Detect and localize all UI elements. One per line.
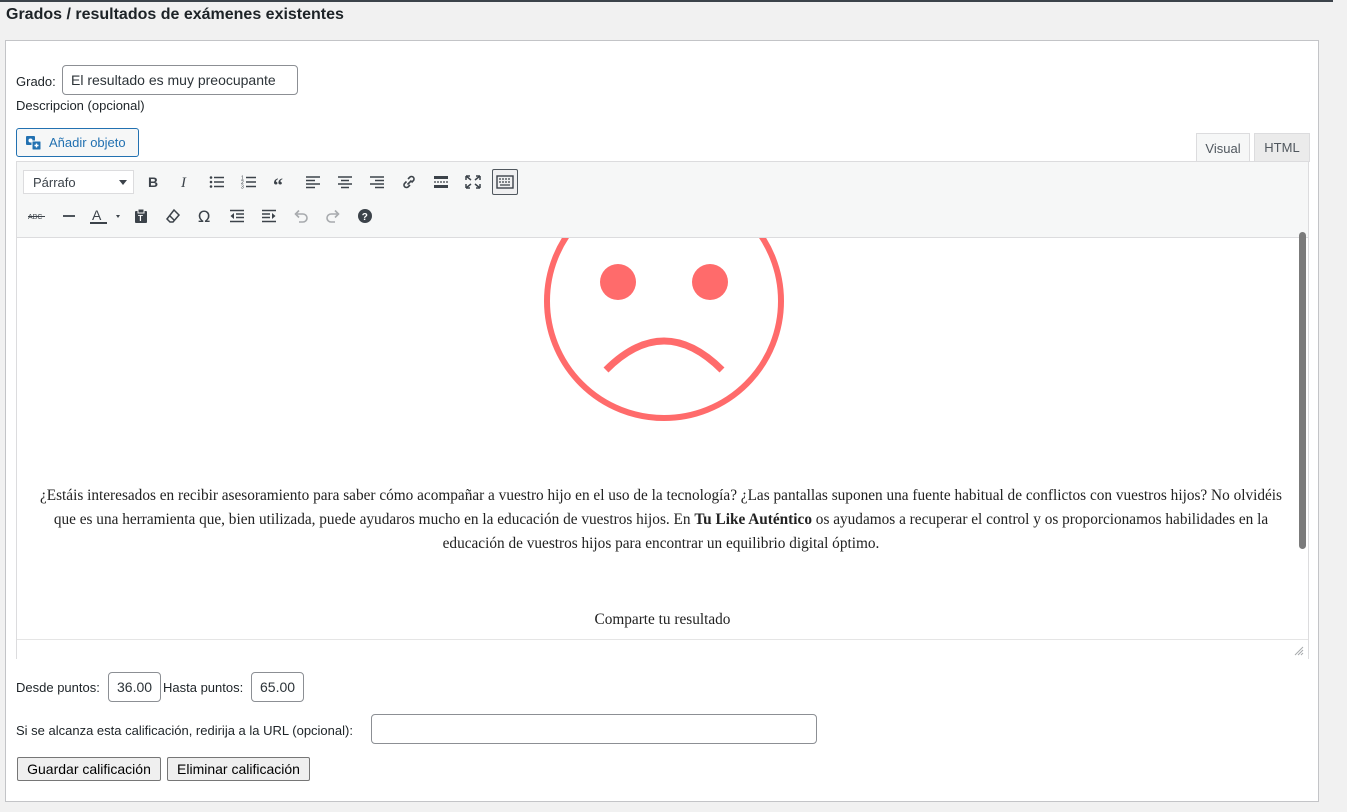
clear-formatting-icon[interactable] xyxy=(160,203,186,229)
delete-grade-button[interactable]: Eliminar calificación xyxy=(167,757,310,781)
fullscreen-icon[interactable] xyxy=(460,169,486,195)
redirect-url-label: Si se alcanza esta calificación, redirij… xyxy=(16,723,353,738)
share-result-text: Comparte tu resultado xyxy=(594,611,731,628)
outdent-icon[interactable] xyxy=(224,203,250,229)
indent-icon[interactable] xyxy=(256,203,282,229)
format-select[interactable]: Párrafo xyxy=(23,170,134,194)
text-color-icon[interactable]: A xyxy=(88,203,124,229)
resize-handle-icon[interactable] xyxy=(1294,646,1304,656)
undo-icon[interactable] xyxy=(288,203,314,229)
redo-icon[interactable] xyxy=(320,203,346,229)
window-scroll-track xyxy=(1333,0,1347,812)
align-left-icon[interactable] xyxy=(300,169,326,195)
align-right-icon[interactable] xyxy=(364,169,390,195)
add-media-icon xyxy=(26,135,42,150)
help-icon[interactable]: ? xyxy=(352,203,378,229)
svg-text:“: “ xyxy=(273,175,283,189)
italic-icon[interactable]: I xyxy=(172,169,198,195)
grade-input[interactable] xyxy=(62,65,298,95)
paste-text-icon[interactable]: T xyxy=(128,203,154,229)
svg-text:A: A xyxy=(92,207,102,223)
editor-content[interactable]: ¿Estáis interesados en recibir asesorami… xyxy=(17,238,1308,638)
top-border xyxy=(0,0,1347,2)
bold-icon[interactable]: B xyxy=(140,169,166,195)
add-media-button[interactable]: Añadir objeto xyxy=(16,128,139,157)
svg-text:Ω: Ω xyxy=(198,208,210,224)
sad-face-image xyxy=(544,238,784,421)
from-points-input[interactable] xyxy=(108,672,161,702)
save-grade-button[interactable]: Guardar calificación xyxy=(17,757,161,781)
redirect-url-input[interactable] xyxy=(371,714,817,744)
strikethrough-icon[interactable]: ABC xyxy=(24,203,50,229)
special-character-icon[interactable]: Ω xyxy=(192,203,218,229)
tab-html[interactable]: HTML xyxy=(1254,133,1310,162)
svg-text:?: ? xyxy=(362,212,368,223)
paragraph-bold-text: Tu Like Auténtico xyxy=(694,511,812,528)
editor-statusbar xyxy=(17,639,1308,659)
grade-panel: Grado: Descripcion (opcional) Añadir obj… xyxy=(5,40,1319,802)
content-paragraph: ¿Estáis interesados en recibir asesorami… xyxy=(29,484,1293,556)
align-center-icon[interactable] xyxy=(332,169,358,195)
read-more-icon[interactable] xyxy=(428,169,454,195)
svg-text:B: B xyxy=(148,175,158,189)
svg-text:ABC: ABC xyxy=(28,214,42,221)
add-media-label: Añadir objeto xyxy=(49,135,126,150)
numbered-list-icon[interactable]: 123 xyxy=(236,169,262,195)
tab-visual[interactable]: Visual xyxy=(1196,133,1250,162)
bullet-list-icon[interactable] xyxy=(204,169,230,195)
toolbar-toggle-icon[interactable] xyxy=(492,169,518,195)
description-label: Descripcion (opcional) xyxy=(16,98,145,113)
rich-text-editor: Párrafo B I 123 “ ABC A T Ω ? ¿Estáis in… xyxy=(16,161,1309,659)
link-icon[interactable] xyxy=(396,169,422,195)
editor-scrollbar[interactable] xyxy=(1299,232,1306,549)
blockquote-icon[interactable]: “ xyxy=(268,169,294,195)
to-points-label: Hasta puntos: xyxy=(163,680,244,695)
svg-text:3: 3 xyxy=(241,185,244,190)
svg-text:T: T xyxy=(138,214,143,223)
horizontal-line-icon[interactable] xyxy=(56,203,82,229)
page-title: Grados / resultados de exámenes existent… xyxy=(6,6,344,23)
chevron-down-icon xyxy=(119,180,127,185)
grade-label: Grado: xyxy=(16,74,56,89)
format-select-value: Párrafo xyxy=(33,174,76,190)
svg-text:I: I xyxy=(180,175,187,189)
to-points-input[interactable] xyxy=(251,672,304,702)
editor-toolbar: Párrafo B I 123 “ ABC A T Ω ? xyxy=(17,162,1308,238)
from-points-label: Desde puntos: xyxy=(16,680,100,695)
